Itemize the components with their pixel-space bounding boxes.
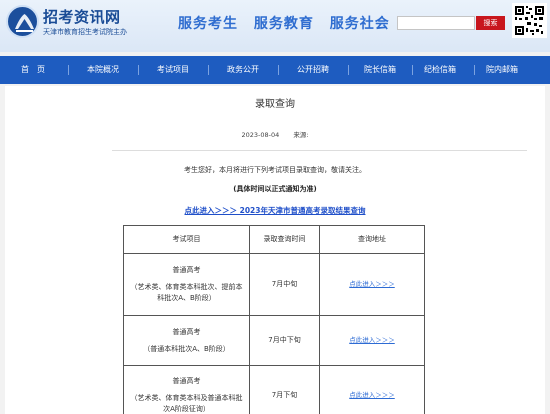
article-date: 2023-08-04 <box>241 131 280 139</box>
exam-item-cell: 普通高考 （普通本科批次A、B阶段） <box>123 315 250 366</box>
divider <box>112 150 527 151</box>
article-meta: 2023-08-04 来源: <box>5 129 545 139</box>
notice-text: (具体时间以正式通知为准) <box>233 185 317 193</box>
nav-divider <box>474 65 475 75</box>
intro-text: 考生您好，本月将进行下列考试项目录取查询，敬请关注。 <box>184 166 366 174</box>
column-header: 录取查询时间 <box>249 225 320 254</box>
query-link[interactable]: 点此进入＞＞＞ <box>349 336 395 344</box>
results-query-link[interactable]: 点此进入＞＞＞ 2023年天津市普通高考录取结果查询 <box>5 205 545 216</box>
table-row: 普通高考 （艺术类、体育类本科批次、提前本科批次A、B阶段） 7月中旬 点此进入… <box>123 253 425 316</box>
qr-code-icon <box>512 3 547 38</box>
slogan-2: 服务教育 <box>253 16 314 32</box>
nav-item-director-mailbox[interactable]: 院长信箱 <box>355 56 405 84</box>
site-title[interactable]: 招考资讯网 <box>43 6 121 27</box>
query-schedule-table: 考试项目 录取查询时间 查询地址 普通高考 （艺术类、体育类本科批次、提前本科批… <box>123 225 425 414</box>
table-header-row: 考试项目 录取查询时间 查询地址 <box>123 225 425 254</box>
query-link-cell: 点此进入＞＞＞ <box>319 315 425 366</box>
query-link[interactable]: 点此进入＞＞＞ <box>349 280 395 288</box>
article-source-label: 来源: <box>293 131 309 139</box>
nav-divider <box>348 65 349 75</box>
logo-emblem-icon[interactable] <box>6 5 39 38</box>
nav-item-discipline-mailbox[interactable]: 纪检信箱 <box>415 56 465 84</box>
table-row: 普通高考 （艺术类、体育类本科及普通本科批次A阶段征询） 7月下旬 点此进入＞＞… <box>123 365 425 414</box>
nav-divider <box>412 65 413 75</box>
nav-item-internal-mail[interactable]: 院内邮箱 <box>477 56 527 84</box>
nav-item-recruitment[interactable]: 公开招聘 <box>288 56 338 84</box>
exam-desc: （普通本科批次A、B阶段） <box>143 344 230 353</box>
slogan: 服务考生 服务教育 服务社会 <box>178 13 400 33</box>
query-link-cell: 点此进入＞＞＞ <box>319 365 425 414</box>
slogan-1: 服务考生 <box>178 16 238 32</box>
query-time-cell: 7月中旬 <box>249 253 320 316</box>
exam-item-cell: 普通高考 （艺术类、体育类本科及普通本科批次A阶段征询） <box>123 365 250 414</box>
article-panel: 录取查询 2023-08-04 来源: 考生您好，本月将进行下列考试项目录取查询… <box>5 86 545 414</box>
main-nav: 首 页 本院概况 考试项目 政务公开 公开招聘 院长信箱 纪检信箱 院内邮箱 <box>0 56 550 84</box>
page-title: 录取查询 <box>255 99 295 110</box>
nav-divider <box>208 65 209 75</box>
nav-divider <box>278 65 279 75</box>
nav-item-exams[interactable]: 考试项目 <box>148 56 198 84</box>
nav-item-about[interactable]: 本院概况 <box>78 56 128 84</box>
site-header: 招考资讯网 天津市教育招生考试院主办 服务考生 服务教育 服务社会 搜索 <box>0 0 550 52</box>
exam-item-cell: 普通高考 （艺术类、体育类本科批次、提前本科批次A、B阶段） <box>123 253 250 316</box>
query-link[interactable]: 点此进入＞＞＞ <box>349 391 395 399</box>
table-row: 普通高考 （普通本科批次A、B阶段） 7月中下旬 点此进入＞＞＞ <box>123 315 425 366</box>
exam-desc: （艺术类、体育类本科批次、提前本科批次A、B阶段） <box>130 283 243 302</box>
slogan-3: 服务社会 <box>329 16 390 32</box>
nav-item-public-affairs[interactable]: 政务公开 <box>218 56 268 84</box>
exam-name: 普通高考 <box>172 266 201 274</box>
nav-divider <box>68 65 69 75</box>
search-input[interactable] <box>397 16 475 30</box>
column-header: 查询地址 <box>319 225 425 254</box>
nav-divider <box>138 65 139 75</box>
nav-item-home[interactable]: 首 页 <box>8 56 58 84</box>
exam-desc: （艺术类、体育类本科及普通本科批次A阶段征询） <box>130 394 243 413</box>
site-subtitle: 天津市教育招生考试院主办 <box>43 28 127 36</box>
search-button[interactable]: 搜索 <box>476 16 505 30</box>
exam-name: 普通高考 <box>172 377 201 385</box>
query-time-cell: 7月中下旬 <box>249 315 320 366</box>
column-header: 考试项目 <box>123 225 250 254</box>
exam-name: 普通高考 <box>172 327 201 336</box>
query-link-cell: 点此进入＞＞＞ <box>319 253 425 316</box>
query-time-cell: 7月下旬 <box>249 365 320 414</box>
